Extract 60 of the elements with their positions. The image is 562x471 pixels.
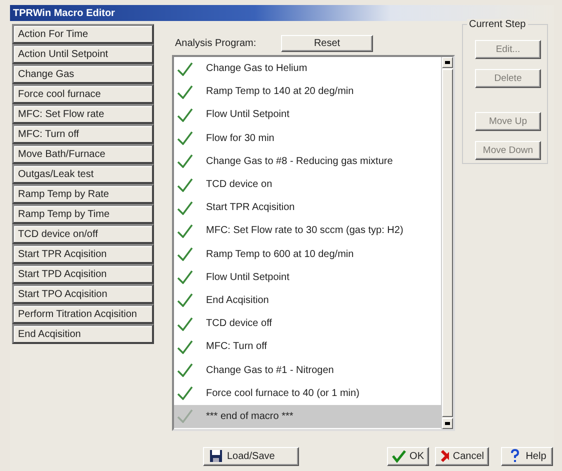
program-step[interactable]: *** end of macro *** <box>174 404 441 428</box>
action-button[interactable]: Ramp Temp by Time <box>12 204 154 224</box>
window-title: TPRWin Macro Editor <box>13 8 115 18</box>
program-step[interactable]: MFC: Turn off <box>174 335 441 358</box>
program-step[interactable]: Change Gas to Helium <box>174 57 441 80</box>
action-button[interactable]: End Acqisition <box>12 324 154 344</box>
action-button[interactable]: Outgas/Leak test <box>12 164 154 184</box>
check-icon <box>177 108 193 122</box>
action-button[interactable]: Force cool furnace <box>12 84 154 104</box>
check-icon <box>177 340 193 354</box>
action-button[interactable]: Start TPD Acqisition <box>12 264 154 284</box>
action-button[interactable]: Perform Titration Acqisition <box>12 304 154 324</box>
program-step[interactable]: Change Gas to #1 - Nitrogen <box>174 358 441 382</box>
program-step[interactable]: Force cool furnace to 40 (or 1 min) <box>174 382 441 405</box>
check-icon <box>177 154 193 168</box>
program-step[interactable]: Ramp Temp to 600 at 10 deg/min <box>174 242 441 266</box>
check-icon <box>392 449 406 463</box>
action-button[interactable]: Move Bath/Furnace <box>12 144 154 164</box>
action-button[interactable]: Start TPR Acqisition <box>12 244 154 264</box>
action-button[interactable]: MFC: Turn off <box>12 124 154 144</box>
check-icon <box>177 293 193 308</box>
help-button[interactable]: Help <box>501 446 553 466</box>
check-icon <box>177 200 193 215</box>
program-step[interactable]: End Acqisition <box>174 288 441 312</box>
action-button[interactable]: Start TPO Acqisition <box>12 284 154 304</box>
program-step[interactable]: Flow Until Setpoint <box>174 266 441 289</box>
action-button[interactable]: MFC: Set Flow rate <box>12 104 154 124</box>
program-step[interactable]: TCD device off <box>174 312 441 336</box>
program-step[interactable]: Start TPR Acqisition <box>174 196 441 220</box>
check-icon <box>177 178 193 192</box>
reset-button[interactable]: Reset <box>281 34 373 52</box>
action-button[interactable]: Change Gas <box>12 64 154 84</box>
scroll-down-icon[interactable] <box>442 418 453 429</box>
scroll-up-icon[interactable] <box>442 57 453 68</box>
program-step[interactable]: Flow for 30 min <box>174 126 441 150</box>
check-icon <box>177 62 193 76</box>
action-button[interactable]: Action Until Setpoint <box>12 44 154 64</box>
program-step[interactable]: Change Gas to #8 - Reducing gas mixture <box>174 150 441 173</box>
program-step[interactable]: TCD device on <box>174 172 441 196</box>
check-icon <box>177 270 193 284</box>
cancel-button[interactable]: Cancel <box>435 446 489 466</box>
program-step[interactable]: Flow Until Setpoint <box>174 103 441 127</box>
program-step[interactable]: Ramp Temp to 140 at 20 deg/min <box>174 80 441 104</box>
check-icon <box>177 131 193 146</box>
action-button[interactable]: TCD device on/off <box>12 224 154 244</box>
program-step[interactable]: MFC: Set Flow rate to 30 sccm (gas typ: H2) <box>174 219 441 242</box>
program-label: Analysis Program: <box>174 38 258 48</box>
action-button[interactable]: Ramp Temp by Rate <box>12 184 154 204</box>
action-button[interactable]: Action For Time <box>12 24 154 44</box>
check-icon <box>177 84 193 99</box>
check-icon <box>177 386 193 400</box>
ok-button[interactable]: OK <box>387 446 429 466</box>
check-icon <box>177 247 193 262</box>
check-icon <box>177 316 193 331</box>
cross-icon <box>440 449 449 463</box>
save-button[interactable]: Load/Save <box>203 446 299 466</box>
check-icon <box>177 363 193 378</box>
check-icon <box>177 224 193 238</box>
group-title: Current Step <box>467 19 528 30</box>
check-icon <box>177 409 193 424</box>
